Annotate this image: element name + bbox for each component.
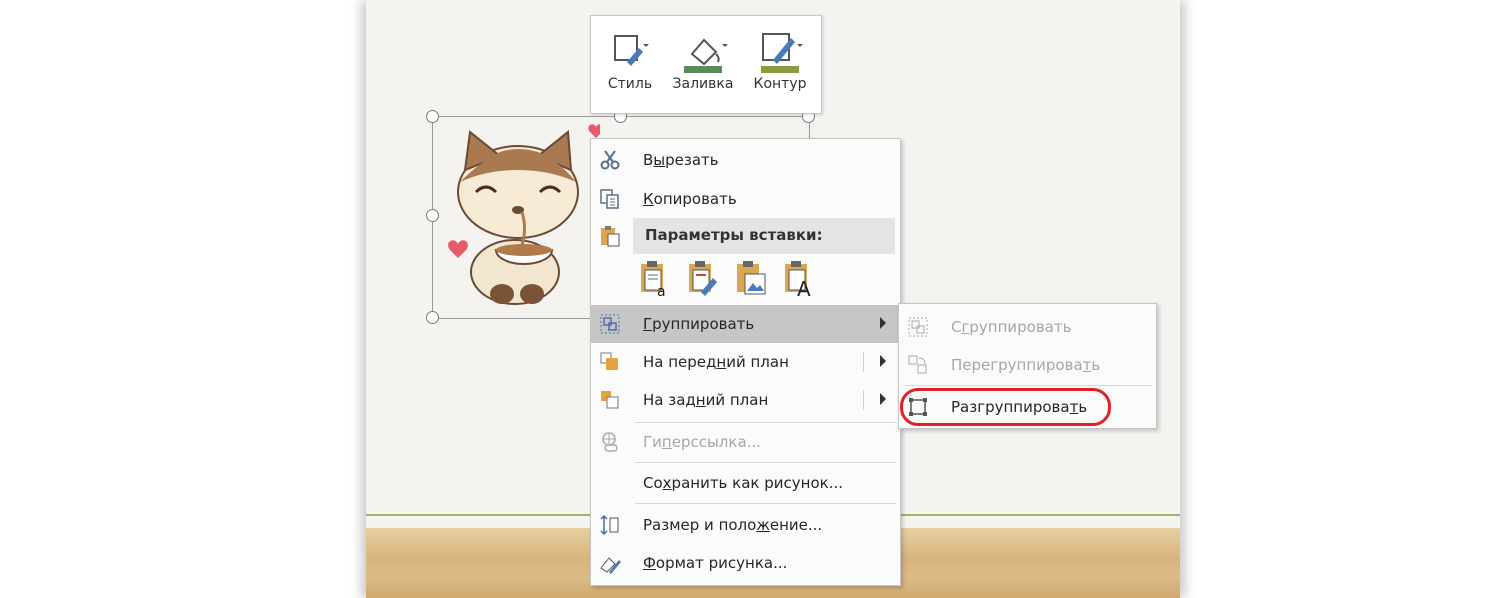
- context-menu: Вырезать Копировать Параметры вставки: a: [590, 138, 901, 586]
- style-button[interactable]: Стиль: [599, 16, 661, 113]
- outline-button[interactable]: Контур: [745, 16, 815, 113]
- submenu-arrow-icon: [880, 317, 886, 329]
- fill-label: Заливка: [672, 76, 734, 92]
- resize-handle-middle-left[interactable]: [426, 209, 439, 222]
- send-to-back-icon: [601, 391, 619, 409]
- menu-item-copy[interactable]: Копировать: [591, 180, 900, 218]
- paint-bucket-icon: [684, 38, 728, 73]
- paste-as-picture-icon[interactable]: [733, 258, 771, 298]
- group-objects-icon: [600, 314, 620, 334]
- paste-text-only-icon[interactable]: A: [781, 258, 819, 298]
- menu-item-hyperlink: Гиперссылка...: [591, 423, 900, 461]
- submenu-separator: [903, 385, 1152, 386]
- menu-separator: [635, 462, 896, 463]
- paste-options-header: Параметры вставки:: [633, 218, 895, 254]
- menu-item-send-to-back[interactable]: На задний план: [591, 381, 900, 419]
- menu-item-size-position[interactable]: Размер и положение...: [591, 506, 900, 544]
- outline-label: Контур: [753, 76, 807, 92]
- bring-to-front-icon: [600, 352, 618, 370]
- paste-use-theme-icon[interactable]: [685, 258, 723, 298]
- menu-separator: [635, 503, 896, 504]
- svg-text:A: A: [797, 277, 811, 298]
- style-label: Стиль: [607, 76, 653, 92]
- copy-icon: [600, 189, 619, 209]
- regroup-icon: [908, 355, 927, 374]
- mini-toolbar: Стиль Заливка Контур: [590, 15, 822, 114]
- submenu-arrow-icon[interactable]: [880, 393, 886, 405]
- ungroup-highlight-ring: [900, 388, 1111, 426]
- paste-clipboard-icon: [601, 226, 620, 247]
- resize-handle-top-left[interactable]: [426, 110, 439, 123]
- menu-item-cut[interactable]: Вырезать: [591, 141, 900, 179]
- submenu-arrow-icon[interactable]: [880, 355, 886, 367]
- size-position-icon: [600, 514, 619, 536]
- hyperlink-icon: [602, 432, 618, 452]
- scissors-icon: [600, 150, 620, 170]
- resize-handle-bottom-left[interactable]: [426, 311, 439, 324]
- format-picture-icon: [600, 557, 621, 574]
- menu-item-group[interactable]: Группировать: [591, 305, 900, 343]
- menu-item-save-as-picture[interactable]: Сохранить как рисунок...: [591, 464, 900, 502]
- paste-keep-format-icon[interactable]: a: [637, 258, 675, 298]
- shape-style-icon: [614, 35, 649, 66]
- cat-sticker-image: [448, 124, 600, 305]
- group-icon: [908, 317, 928, 337]
- pen-outline-icon: [761, 33, 803, 73]
- menu-item-format-picture[interactable]: Формат рисунка...: [591, 544, 900, 582]
- submenu-item-group: Сгруппировать: [899, 308, 1156, 346]
- fill-button[interactable]: Заливка: [667, 16, 739, 113]
- menu-item-bring-to-front[interactable]: На передний план: [591, 343, 900, 381]
- svg-text:a: a: [657, 284, 666, 298]
- submenu-item-regroup: Перегруппировать: [899, 346, 1156, 384]
